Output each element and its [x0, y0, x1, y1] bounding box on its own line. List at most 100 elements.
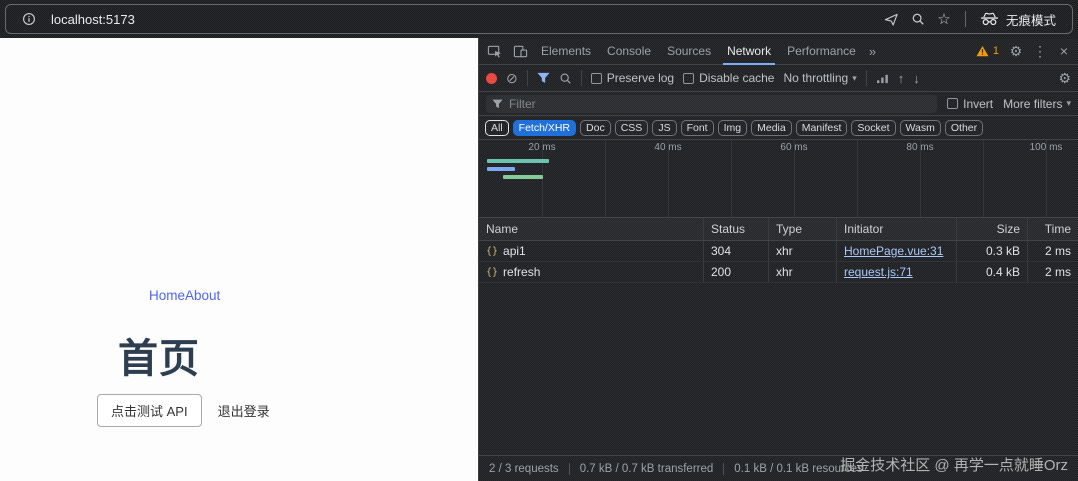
invert-checkbox[interactable]: Invert [947, 97, 993, 111]
column-header-initiator[interactable]: Initiator [837, 218, 957, 240]
screen: localhost:5173 ☆ 无痕模式 HomeAbout 首页 点击 [0, 0, 1078, 481]
tab-console[interactable]: Console [599, 38, 659, 65]
request-status: 200 [704, 262, 769, 282]
checkbox-box [947, 98, 958, 109]
preserve-log-checkbox[interactable]: Preserve log [591, 71, 674, 85]
omnibox[interactable]: localhost:5173 ☆ 无痕模式 [5, 4, 1073, 34]
import-har-icon[interactable]: ↑ [898, 71, 905, 86]
status-divider [723, 463, 724, 475]
network-settings-gear-icon[interactable]: ⚙ [1058, 71, 1071, 85]
incognito-badge: 无痕模式 [974, 10, 1062, 29]
column-header-name[interactable]: Name [479, 218, 704, 240]
timeline-gridline [731, 140, 732, 217]
request-type: xhr [769, 262, 837, 282]
filter-box[interactable] [486, 95, 937, 113]
request-status: 304 [704, 241, 769, 261]
request-type-chips: All Fetch/XHR Doc CSS JS Font Img Media … [479, 116, 1078, 140]
toolbar-divider [581, 70, 582, 86]
throttling-select[interactable]: No throttling ▾ [783, 71, 856, 85]
request-name: api1 [503, 244, 526, 258]
chip-wasm[interactable]: Wasm [900, 120, 941, 136]
timeline-gridline [857, 140, 858, 217]
timeline-gridline [983, 140, 984, 217]
network-search-icon[interactable] [559, 72, 572, 85]
chip-media[interactable]: Media [751, 120, 792, 136]
settings-gear-icon[interactable]: ⚙ [1004, 38, 1028, 65]
close-devtools-icon[interactable]: × [1052, 38, 1076, 65]
request-initiator-cell: request.js:71 [837, 262, 957, 282]
column-header-size[interactable]: Size [957, 218, 1028, 240]
search-icon[interactable] [905, 6, 931, 32]
devtools-panel: Elements Console Sources Network Perform… [478, 38, 1078, 481]
column-header-status[interactable]: Status [704, 218, 769, 240]
inspect-element-icon[interactable] [481, 38, 507, 65]
braces-icon: {} [486, 267, 498, 278]
chip-css[interactable]: CSS [615, 120, 649, 136]
kebab-menu-icon[interactable]: ⋮ [1028, 38, 1052, 65]
initiator-link[interactable]: request.js:71 [844, 265, 913, 279]
record-icon[interactable] [486, 73, 497, 84]
filter-row: Invert More filters ▾ [479, 92, 1078, 116]
tab-elements[interactable]: Elements [533, 38, 599, 65]
column-header-time[interactable]: Time [1028, 218, 1078, 240]
test-api-button[interactable]: 点击测试 API [97, 394, 202, 427]
chip-js[interactable]: JS [652, 120, 676, 136]
chip-font[interactable]: Font [681, 120, 714, 136]
clear-icon[interactable]: ⊘ [506, 71, 518, 85]
toolbar-divider [866, 70, 867, 86]
site-info-icon[interactable] [16, 6, 42, 32]
chevron-down-icon: ▾ [1066, 98, 1071, 109]
more-filters-button[interactable]: More filters ▾ [1003, 97, 1071, 111]
logout-button[interactable]: 退出登录 [214, 395, 274, 426]
status-divider [569, 463, 570, 475]
column-header-type[interactable]: Type [769, 218, 837, 240]
chip-socket[interactable]: Socket [851, 120, 895, 136]
timeline-label: 20 ms [528, 142, 555, 153]
table-row[interactable]: {} refresh 200 xhr request.js:71 0.4 kB … [479, 262, 1078, 283]
requests-empty-area: 掘金技术社区 @ 再学一点就睡Orz [479, 283, 1078, 455]
request-size: 0.3 kB [957, 241, 1028, 261]
watermark-text: 掘金技术社区 @ 再学一点就睡Orz [840, 454, 1068, 475]
timeline-label: 40 ms [654, 142, 681, 153]
warning-badge[interactable]: 1 [971, 45, 1004, 57]
timeline-gridline [605, 140, 606, 217]
filter-input[interactable] [509, 97, 931, 111]
export-har-icon[interactable]: ↓ [913, 71, 920, 86]
network-toolbar: ⊘ Preserve log Disable cache No throttli… [479, 65, 1078, 92]
request-name-cell: {} api1 [479, 241, 704, 261]
nav-link-about[interactable]: About [185, 288, 220, 303]
more-tabs-icon[interactable]: » [864, 44, 881, 59]
chip-fetch-xhr[interactable]: Fetch/XHR [513, 120, 576, 136]
chip-img[interactable]: Img [718, 120, 748, 136]
chip-other[interactable]: Other [945, 120, 983, 136]
throttling-value: No throttling [783, 71, 848, 85]
waterfall-bar [487, 167, 515, 171]
device-toolbar-icon[interactable] [507, 38, 533, 65]
request-time: 2 ms [1028, 262, 1078, 282]
request-name: refresh [503, 265, 540, 279]
table-row[interactable]: {} api1 304 xhr HomePage.vue:31 0.3 kB 2… [479, 241, 1078, 262]
chip-doc[interactable]: Doc [580, 120, 611, 136]
network-timeline[interactable]: 20 ms 40 ms 60 ms 80 ms 100 ms [479, 140, 1078, 218]
bookmark-star-icon[interactable]: ☆ [931, 6, 957, 32]
send-icon[interactable] [879, 6, 905, 32]
nav-link-home[interactable]: Home [149, 288, 185, 303]
disable-cache-checkbox[interactable]: Disable cache [683, 71, 774, 85]
initiator-link[interactable]: HomePage.vue:31 [844, 244, 943, 258]
url-text[interactable]: localhost:5173 [51, 12, 135, 27]
tab-network[interactable]: Network [719, 38, 779, 65]
tab-sources[interactable]: Sources [659, 38, 719, 65]
request-name-cell: {} refresh [479, 262, 704, 282]
timeline-label: 80 ms [906, 142, 933, 153]
checkbox-box [683, 73, 694, 84]
checkbox-box [591, 73, 602, 84]
filter-toggle-icon[interactable] [537, 72, 550, 84]
requests-count: 2 / 3 requests [489, 463, 559, 475]
tab-performance[interactable]: Performance [779, 38, 864, 65]
network-conditions-icon[interactable] [876, 73, 889, 84]
chip-manifest[interactable]: Manifest [796, 120, 848, 136]
waterfall-bar [503, 175, 543, 179]
disable-cache-label: Disable cache [699, 71, 774, 85]
chip-all[interactable]: All [485, 120, 509, 136]
omnibox-divider [965, 11, 966, 27]
